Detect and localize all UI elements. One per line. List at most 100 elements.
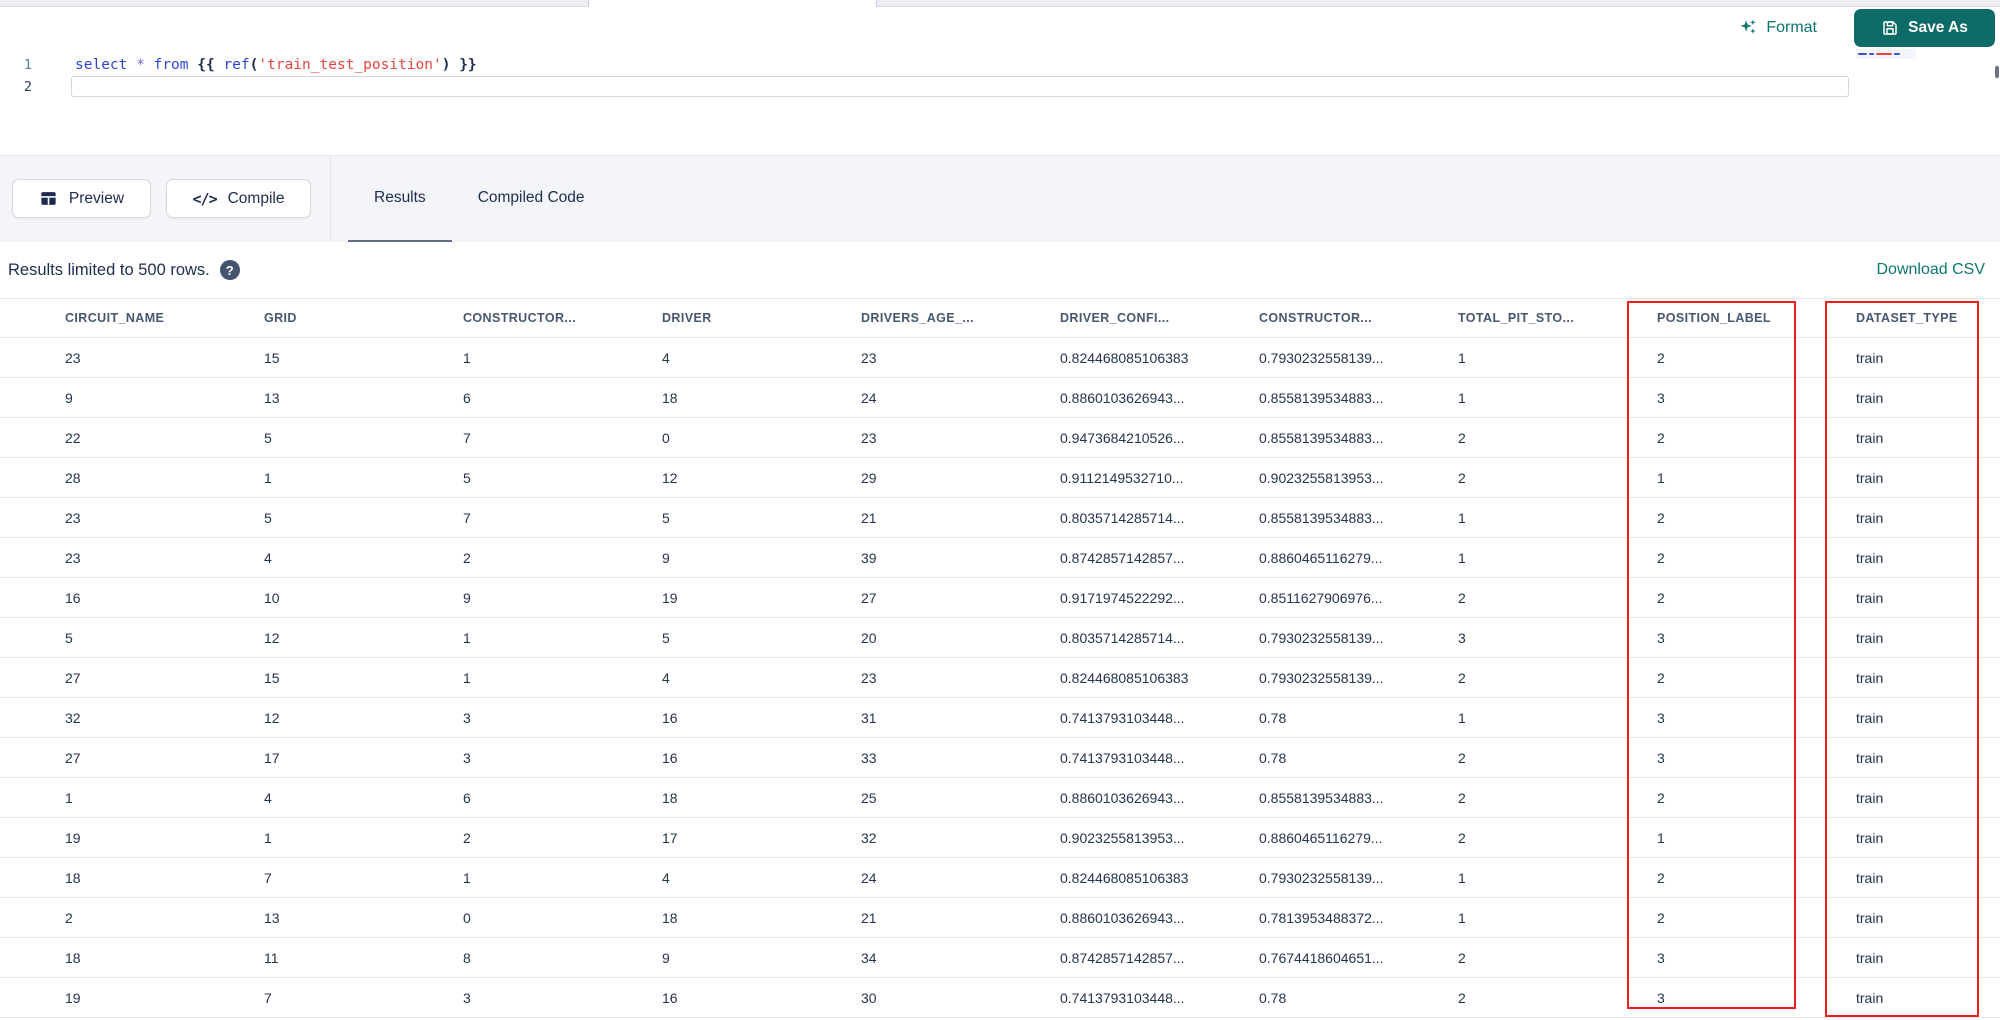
table-cell: 5 [65, 629, 73, 646]
tab-compiled-code[interactable]: Compiled Code [452, 156, 611, 243]
table-cell: 33 [861, 749, 877, 766]
column-header[interactable]: CIRCUIT_NAME [49, 311, 248, 325]
tab-results[interactable]: Results [348, 156, 452, 243]
table-cell: 0.8558139534883... [1259, 389, 1384, 406]
table-row: 27 15 1 4 23 0.824468085106383 0.7930232558139… [0, 658, 2000, 698]
results-tabs: Results Compiled Code [348, 156, 611, 243]
table-cell: 18 [65, 949, 81, 966]
column-header[interactable]: DATASET_TYPE [1840, 311, 2000, 325]
table-cell: 0.824468085106383 [1060, 669, 1189, 686]
table-cell: 6 [463, 789, 471, 806]
table-cell: 7 [264, 869, 272, 886]
table-cell: 0.7413793103448... [1060, 709, 1185, 726]
table-row: 19 1 2 17 32 0.9023255813953... 0.886046511627… [0, 818, 2000, 858]
editor-minimap[interactable] [1856, 49, 1916, 59]
table-cell: 8 [463, 949, 471, 966]
table-cell: train [1856, 829, 1884, 846]
table-cell: 24 [861, 389, 877, 406]
column-header[interactable]: TOTAL_PIT_STO... [1442, 311, 1641, 325]
header-row: CIRCUIT_NAME GRID CONSTRUCTOR... DRIVER DRIV… [0, 299, 2000, 338]
table-cell: 23 [65, 349, 81, 366]
code-line[interactable]: 1 select * from {{ ref('train_test_positi… [0, 54, 2000, 76]
preview-button[interactable]: Preview [12, 179, 151, 218]
table-cell: train [1856, 869, 1884, 886]
table-cell: train [1856, 669, 1884, 686]
table-cell: 0.9023255813953... [1259, 469, 1384, 486]
table-cell: 0.8511627906976... [1259, 589, 1383, 606]
table-cell: 5 [264, 429, 272, 446]
table-cell: 16 [65, 589, 81, 606]
table-cell: train [1856, 749, 1884, 766]
table-cell: 18 [662, 909, 678, 926]
table-cell: 16 [662, 709, 678, 726]
table-row: 1 4 6 18 25 0.8860103626943... 0.8558139534883… [0, 778, 2000, 818]
table-cell: 1 [1657, 829, 1665, 846]
table-cell: 27 [65, 669, 81, 686]
column-header[interactable]: POSITION_LABEL [1641, 311, 1840, 325]
table-cell: 17 [264, 749, 280, 766]
table-cell: train [1856, 989, 1884, 1006]
table-cell: 1 [1458, 549, 1466, 566]
table-cell: 0 [662, 429, 670, 446]
download-csv-link[interactable]: Download CSV [1877, 242, 1986, 298]
table-row: 27 17 3 16 33 0.7413793103448... 0.78 2 3 train [0, 738, 2000, 778]
table-cell: 3 [1458, 629, 1466, 646]
table-cell: 0.8742857142857... [1060, 949, 1185, 966]
editor-scrollbar[interactable] [1995, 66, 1999, 78]
table-cell: 1 [1458, 389, 1466, 406]
table-cell: 2 [463, 549, 471, 566]
table-cell: 0.7413793103448... [1060, 989, 1185, 1006]
table-cell: 30 [861, 989, 877, 1006]
table-cell: 16 [662, 989, 678, 1006]
table-cell: train [1856, 589, 1884, 606]
table-cell: 1 [264, 829, 272, 846]
table-cell: 4 [264, 549, 272, 566]
column-header[interactable]: DRIVER_CONFI... [1044, 311, 1243, 325]
toolbar-divider [330, 156, 331, 242]
table-cell: 19 [65, 989, 81, 1006]
table-cell: 4 [662, 869, 670, 886]
table-cell: 6 [463, 389, 471, 406]
table-cell: 0.8035714285714... [1060, 629, 1185, 646]
code-line[interactable]: 2 [0, 76, 2000, 98]
table-cell: 0.824468085106383 [1060, 349, 1189, 366]
table-cell: 0.7930232558139... [1259, 669, 1384, 686]
table-cell: 23 [861, 429, 877, 446]
table-cell: train [1856, 469, 1884, 486]
column-header[interactable]: CONSTRUCTOR... [447, 311, 646, 325]
table-cell: 27 [65, 749, 81, 766]
table-cell: 5 [264, 509, 272, 526]
format-button[interactable]: Format [1739, 7, 1817, 48]
table-cell: 20 [861, 629, 877, 646]
table-cell: train [1856, 909, 1884, 926]
sparkles-icon [1739, 18, 1758, 37]
save-as-label: Save As [1908, 19, 1968, 36]
save-as-button[interactable]: Save As [1854, 9, 1995, 47]
sql-editor[interactable]: 1 select * from {{ ref('train_test_positi… [0, 48, 2000, 155]
column-header[interactable]: GRID [248, 311, 447, 325]
table-cell: 2 [1657, 349, 1665, 366]
table-cell: 18 [662, 789, 678, 806]
table-cell: 1 [463, 349, 471, 366]
table-cell: 7 [264, 989, 272, 1006]
table-cell: 13 [264, 909, 280, 926]
table-cell: 3 [1657, 629, 1665, 646]
table-row: 23 5 7 5 21 0.8035714285714... 0.8558139534883… [0, 498, 2000, 538]
table-row: 32 12 3 16 31 0.7413793103448... 0.78 1 3 train [0, 698, 2000, 738]
column-header[interactable]: DRIVERS_AGE_... [845, 311, 1044, 325]
table-cell: 5 [662, 509, 670, 526]
help-icon[interactable]: ? [219, 260, 240, 280]
column-header[interactable]: CONSTRUCTOR... [1243, 311, 1442, 325]
table-cell: 39 [861, 549, 877, 566]
column-header[interactable]: DRIVER [646, 311, 845, 325]
table-cell: 2 [1657, 669, 1665, 686]
compile-button[interactable]: </> Compile [166, 179, 311, 218]
table-cell: 0.8558139534883... [1259, 789, 1384, 806]
table-icon [39, 189, 58, 208]
line-number: 1 [23, 57, 32, 73]
table-cell: 0.8558139534883... [1259, 509, 1384, 526]
code-icon: </> [192, 189, 218, 208]
table-cell: 2 [1657, 429, 1665, 446]
table-cell: 5 [662, 629, 670, 646]
table-cell: 3 [463, 709, 471, 726]
